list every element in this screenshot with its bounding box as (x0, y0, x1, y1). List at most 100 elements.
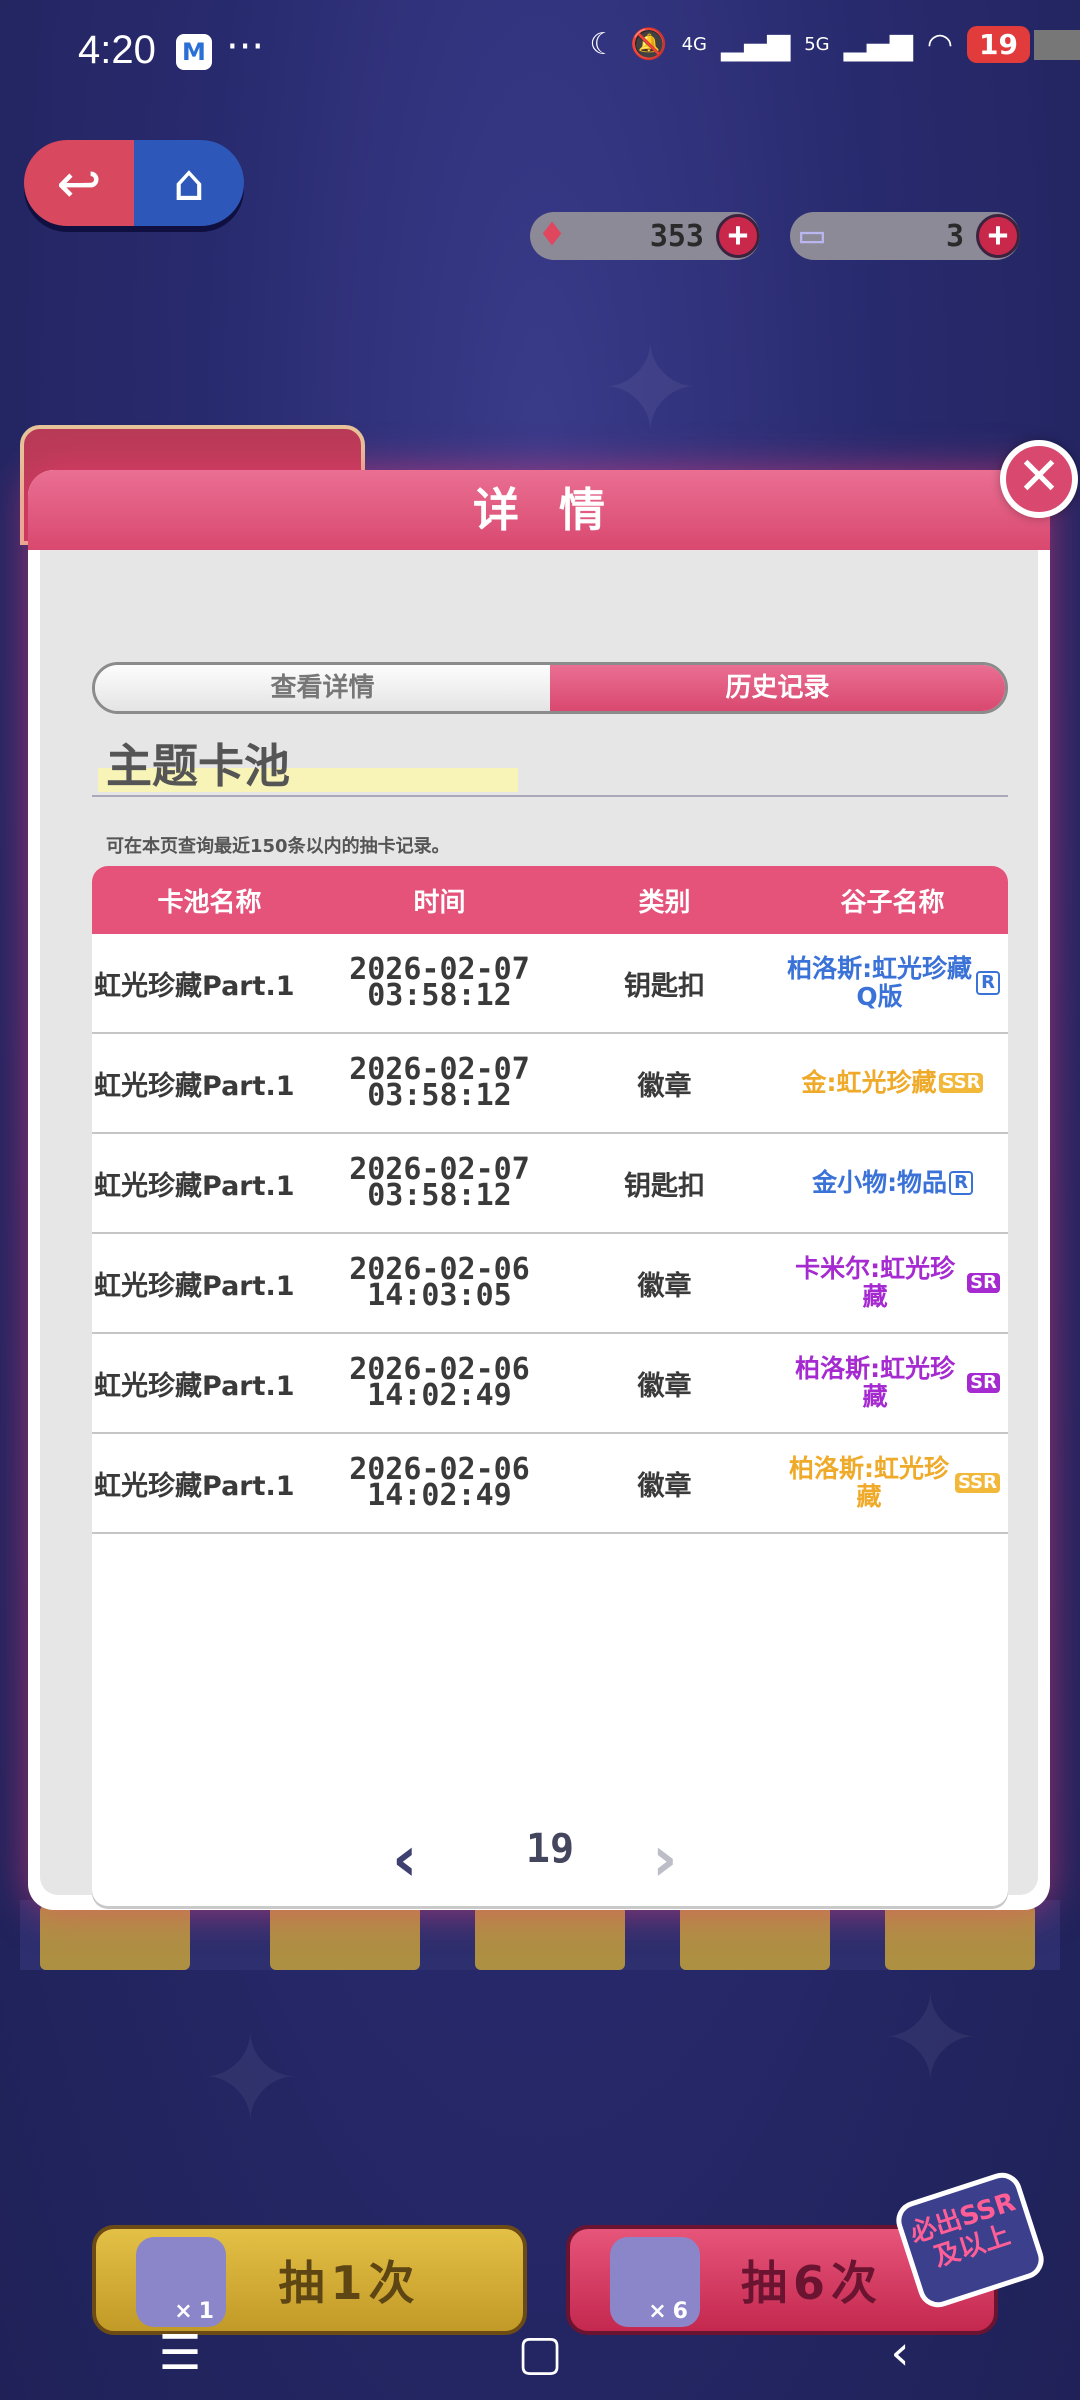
home-icon: ⌂ (173, 154, 205, 212)
background-card (885, 1905, 1035, 1970)
modal-body: 查看详情 历史记录 主题卡池 可在本页查询最近150条以内的抽卡记录。 卡池名称… (40, 550, 1038, 1906)
category-cell: 徽章 (637, 1270, 692, 1302)
more-notifications-icon: ··· (226, 24, 265, 70)
table-row: 虹光珍藏Part.1 2026-02-07 03:58:12 徽章 金:虹光珍藏 SSR (92, 1034, 1008, 1134)
history-hint: 可在本页查询最近150条以内的抽卡记录。 (106, 836, 450, 857)
item-name: 金小物:物品 (812, 1168, 948, 1197)
close-button[interactable]: ✕ (1000, 440, 1078, 518)
sparkle-decoration: ✦ (880, 1970, 981, 2109)
rarity-badge: SR (967, 1273, 1000, 1293)
clock-text: 14:02:49 (367, 1478, 512, 1513)
column-header-item: 谷子名称 (840, 887, 945, 918)
table-row: 虹光珍藏Part.1 2026-02-06 14:02:49 徽章 柏洛斯:虹光珍藏 SR (92, 1334, 1008, 1434)
table-row: 虹光珍藏Part.1 2026-02-06 14:02:49 徽章 柏洛斯:虹光珍藏 SS… (92, 1434, 1008, 1534)
background-card (680, 1905, 830, 1970)
category-cell: 钥匙扣 (624, 970, 705, 1002)
item-name: 柏洛斯:虹光珍藏Q版 (787, 954, 973, 1011)
rarity-badge: R (949, 1171, 973, 1195)
pool-name-cell: 虹光珍藏Part.1 (94, 1170, 295, 1202)
item-name: 卡米尔:虹光珍藏 (795, 1254, 956, 1311)
battery-indicator: 19 (967, 26, 1080, 63)
moon-icon: ☾ (589, 27, 617, 62)
add-tickets-button[interactable]: + (976, 214, 1020, 258)
category-cell: 徽章 (637, 1070, 692, 1102)
rarity-badge: SSR (938, 1073, 984, 1093)
item-name-cell: 柏洛斯:虹光珍藏Q版 R (777, 934, 1008, 1032)
background-card (40, 1905, 190, 1970)
time-cell: 2026-02-06 14:02:49 (327, 1334, 552, 1432)
signal-icon: ▂▄▆ (721, 27, 791, 62)
item-name-cell: 柏洛斯:虹光珍藏 SSR (777, 1434, 1008, 1532)
category-cell: 钥匙扣 (624, 1170, 705, 1202)
gem-icon: ♦ (539, 212, 565, 258)
mute-icon: 🔕 (630, 27, 668, 62)
clock-text: 03:58:12 (367, 1078, 512, 1113)
home-nav-button[interactable]: ▢ (495, 2325, 585, 2381)
table-header: 卡池名称 时间 类别 谷子名称 (92, 866, 1008, 934)
ticket-count: 3 (945, 218, 964, 254)
sparkle-decoration: ✦ (600, 320, 701, 459)
back-button[interactable]: ↩ (24, 140, 134, 226)
pool-name-cell: 虹光珍藏Part.1 (94, 970, 295, 1002)
status-indicators: ☾ 🔕 4G ▂▄▆ 5G ▂▄▆ ◠ 19 (589, 26, 1080, 63)
column-header-category: 类别 (638, 887, 691, 918)
table-body: 虹光珍藏Part.1 2026-02-07 03:58:12 钥匙扣 柏洛斯:虹光珍藏Q… (92, 934, 1008, 1534)
pool-name-cell: 虹光珍藏Part.1 (94, 1070, 295, 1102)
column-header-pool: 卡池名称 (157, 887, 262, 918)
chevron-left-icon: ‹ (392, 1822, 418, 1895)
gem-count: 353 (649, 218, 704, 254)
clock-text: 14:03:05 (367, 1278, 512, 1313)
item-name: 柏洛斯:虹光珍藏 (795, 1354, 956, 1411)
back-nav-button[interactable]: ‹ (855, 2325, 945, 2381)
add-gems-button[interactable]: + (716, 214, 760, 258)
prev-page-button[interactable]: ‹ (392, 1822, 418, 1895)
ticket-icon: ▭ (799, 212, 825, 258)
next-page-button[interactable]: › (652, 1822, 678, 1895)
back-arrow-icon: ↩ (56, 151, 102, 215)
home-button[interactable]: ⌂ (134, 140, 244, 226)
rarity-badge: R (976, 971, 1000, 995)
system-nav-bar: ☰ ▢ ‹ (0, 2305, 1080, 2400)
history-table: 卡池名称 时间 类别 谷子名称 虹光珍藏Part.1 2026-02-07 03:5… (92, 866, 1008, 1906)
item-name-cell: 卡米尔:虹光珍藏 SR (777, 1234, 1008, 1332)
rarity-badge: SR (967, 1373, 1000, 1393)
table-row: 虹光珍藏Part.1 2026-02-07 03:58:12 钥匙扣 柏洛斯:虹光珍藏Q… (92, 934, 1008, 1034)
tab-view-details[interactable]: 查看详情 (95, 665, 550, 711)
section-title: 主题卡池 (106, 739, 290, 793)
clock-text: 14:02:49 (367, 1378, 512, 1413)
menu-nav-button[interactable]: ☰ (135, 2325, 225, 2381)
page-number: 19 (525, 1826, 575, 1872)
wifi-icon: ◠ (926, 27, 954, 62)
item-name-cell: 金:虹光珍藏 SSR (777, 1034, 1008, 1132)
gem-counter: ♦ 353 + (530, 212, 760, 260)
time-cell: 2026-02-07 03:58:12 (327, 1034, 552, 1132)
details-modal: 详情 查看详情 历史记录 主题卡池 可在本页查询最近150条以内的抽卡记录。 卡… (28, 470, 1050, 1910)
clock-text: 03:58:12 (367, 1178, 512, 1213)
item-name-cell: 柏洛斯:虹光珍藏 SR (777, 1334, 1008, 1432)
column-header-time: 时间 (413, 887, 466, 918)
pool-name-cell: 虹光珍藏Part.1 (94, 1370, 295, 1402)
pagination: ‹ 19 › (92, 1822, 1008, 1895)
divider (92, 795, 1008, 797)
modal-title: 详情 (473, 483, 645, 537)
tab-bar: 查看详情 历史记录 (92, 662, 1008, 714)
clock-text: 03:58:12 (367, 978, 512, 1013)
time-cell: 2026-02-06 14:03:05 (327, 1234, 552, 1332)
background-card (475, 1905, 625, 1970)
app-notification-icon: M (176, 34, 212, 70)
pool-name-cell: 虹光珍藏Part.1 (94, 1470, 295, 1502)
ticket-counter: ▭ 3 + (790, 212, 1020, 260)
signal-icon: ▂▄▆ (843, 27, 913, 62)
tab-history[interactable]: 历史记录 (550, 665, 1005, 711)
draw-once-label: 抽1次 (278, 2256, 421, 2310)
status-time: 4:20 (78, 28, 156, 72)
sparkle-decoration: ✦ (200, 2010, 301, 2149)
pool-name-cell: 虹光珍藏Part.1 (94, 1270, 295, 1302)
close-icon: ✕ (1017, 447, 1061, 507)
item-name: 柏洛斯:虹光珍藏 (789, 1454, 949, 1511)
chevron-right-icon: › (652, 1822, 678, 1895)
draw-six-label: 抽6次 (740, 2256, 883, 2310)
item-name-cell: 金小物:物品 R (777, 1134, 1008, 1232)
category-cell: 徽章 (637, 1370, 692, 1402)
top-nav-group: ↩ ⌂ (24, 140, 244, 226)
